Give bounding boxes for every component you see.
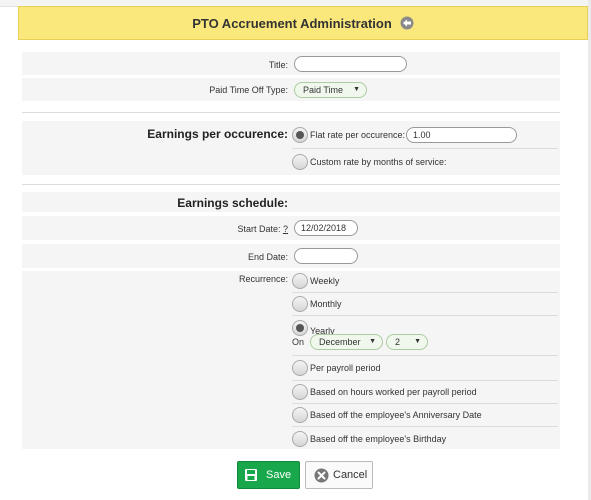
cancel-label: Cancel [333,469,368,481]
page-header: PTO Accruement Administration [18,6,588,40]
flat-rate-input[interactable]: 1.00 [406,127,517,143]
divider [22,184,560,185]
start-date-help-link[interactable]: ? [283,224,288,234]
save-button[interactable]: Save [237,461,300,489]
divider [22,112,560,113]
month-select[interactable]: December ▼ [310,334,383,350]
title-input[interactable] [294,56,407,72]
recurrence-birthday-option[interactable]: Based off the employee's Birthday [292,429,446,449]
day-value: 2 [395,337,401,347]
monthly-label: Monthly [310,299,342,309]
start-date-input[interactable]: 12/02/2018 [294,220,358,236]
option-divider [292,380,558,381]
cancel-button[interactable]: Cancel [305,461,373,489]
chevron-down-icon: ▼ [353,86,360,93]
earnings-label: Earnings per occurence: [147,127,288,141]
option-divider [292,403,558,404]
floppy-disk-icon [245,469,257,481]
monthly-radio[interactable] [292,296,308,312]
anniversary-radio[interactable] [292,407,308,423]
custom-rate-label: Custom rate by months of service: [310,157,447,167]
start-date-label-group: Start Date: ? [237,224,288,234]
recurrence-weekly-option[interactable]: Weekly [292,271,339,291]
pto-type-label: Paid Time Off Type: [209,85,288,95]
birthday-radio[interactable] [292,431,308,447]
schedule-heading-row [22,192,560,212]
title-label: Title: [268,60,288,70]
hours-worked-label: Based on hours worked per payroll period [310,387,477,397]
custom-rate-option[interactable]: Custom rate by months of service: [292,152,447,172]
end-date-input[interactable] [294,248,358,264]
pto-type-select[interactable]: Paid Time ▼ [294,82,367,98]
recurrence-anniversary-option[interactable]: Based off the employee's Anniversary Dat… [292,405,482,425]
day-select[interactable]: 2 ▼ [386,334,428,350]
weekly-radio[interactable] [292,273,308,289]
on-label: On [292,337,305,347]
save-label: Save [266,469,292,481]
flat-rate-radio[interactable] [292,127,308,143]
per-payroll-radio[interactable] [292,360,308,376]
option-divider [292,315,558,316]
start-date-label: Start Date: [237,224,281,234]
schedule-label: Earnings schedule: [177,196,288,210]
recurrence-hours-option[interactable]: Based on hours worked per payroll period [292,382,477,402]
yearly-on-row: On [292,332,304,352]
flat-rate-label: Flat rate per occurence: [310,130,406,140]
chevron-down-icon: ▼ [369,338,376,345]
recurrence-label: Recurrence: [238,274,288,284]
start-date-row [22,216,560,240]
weekly-label: Weekly [310,276,340,286]
title-row [22,52,560,75]
pto-type-row [22,78,560,101]
option-divider [292,355,558,356]
recurrence-monthly-option[interactable]: Monthly [292,294,342,314]
chevron-down-icon: ▼ [414,338,421,345]
birthday-label: Based off the employee's Birthday [310,434,447,444]
per-payroll-label: Per payroll period [310,363,381,373]
recurrence-per-payroll-option[interactable]: Per payroll period [292,358,381,378]
custom-rate-radio[interactable] [292,154,308,170]
end-date-label: End Date: [247,252,288,262]
month-value: December [319,337,361,347]
close-circle-icon [314,468,329,482]
flat-rate-option[interactable]: Flat rate per occurence: [292,125,405,145]
option-divider [292,426,558,427]
option-divider [292,148,558,149]
option-divider [292,292,558,293]
page-title: PTO Accruement Administration [192,15,392,31]
back-arrow-icon[interactable] [400,16,414,30]
pto-type-value: Paid Time [303,85,344,95]
hours-worked-radio[interactable] [292,384,308,400]
anniversary-label: Based off the employee's Anniversary Dat… [310,410,482,420]
end-date-row [22,244,560,268]
